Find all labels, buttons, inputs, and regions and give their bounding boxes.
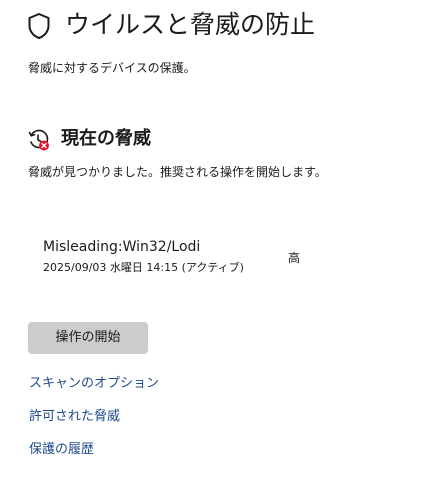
scan-options-link[interactable]: スキャンのオプション: [29, 374, 159, 394]
threat-history-icon: [28, 129, 49, 151]
start-actions-button[interactable]: 操作の開始: [28, 322, 148, 354]
threat-severity: 高: [288, 251, 301, 265]
threat-name: Misleading:Win32/Lodi: [43, 239, 201, 255]
shield-icon: [28, 13, 50, 39]
page-subtitle: 脅威に対するデバイスの保護。: [28, 61, 196, 75]
protection-history-link[interactable]: 保護の履歴: [29, 440, 94, 460]
section-description: 脅威が見つかりました。推奨される操作を開始します。: [28, 165, 327, 179]
section-title-current-threats: 現在の脅威: [61, 128, 151, 149]
page-title: ウイルスと脅威の防止: [65, 10, 316, 39]
allowed-threats-link[interactable]: 許可された脅威: [29, 407, 120, 427]
threat-detail: 2025/09/03 水曜日 14:15 (アクティブ): [43, 261, 244, 274]
